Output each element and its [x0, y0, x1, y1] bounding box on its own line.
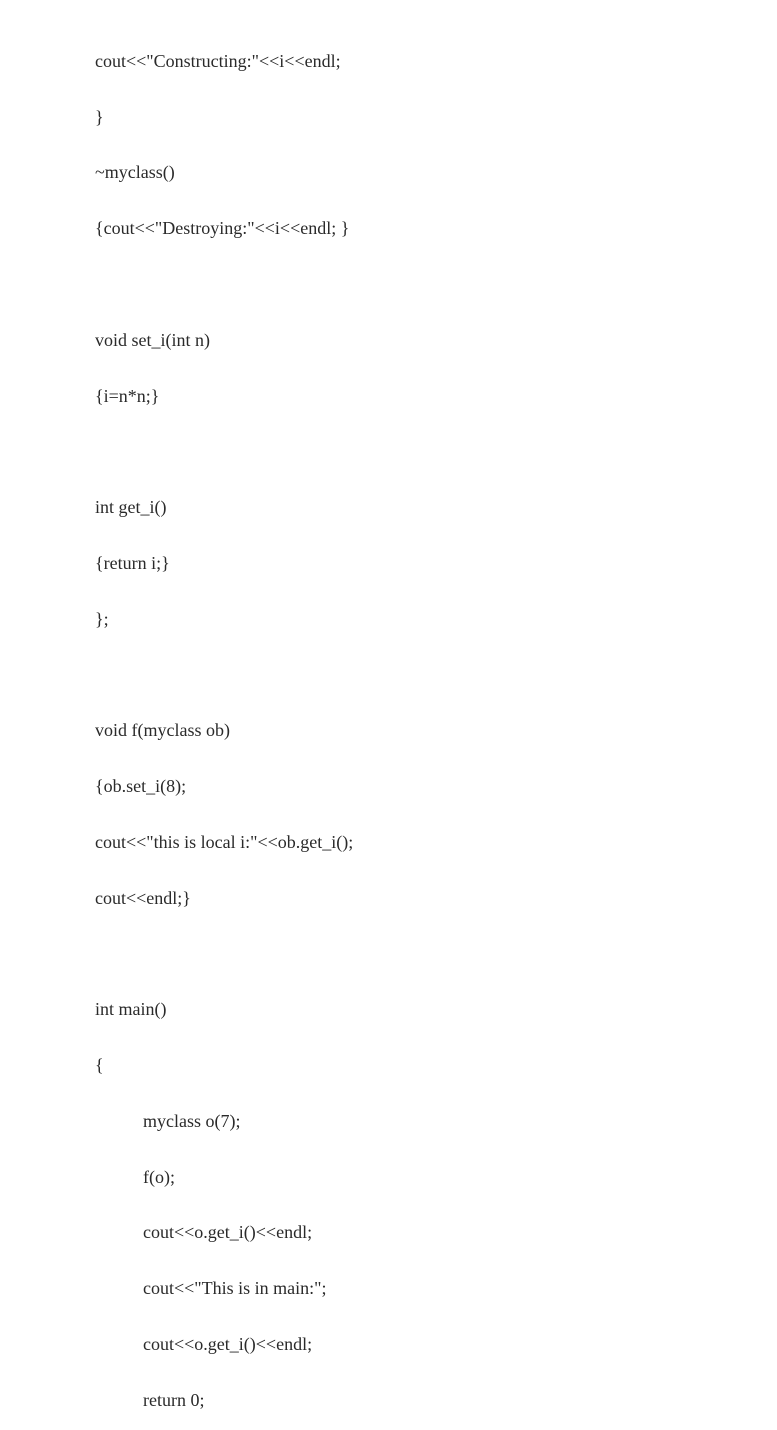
code-line: } [95, 104, 777, 132]
code-line: }; [95, 606, 777, 634]
blank-line [95, 661, 777, 689]
code-line: myclass o(7); [143, 1108, 777, 1136]
code-line: int main() [95, 996, 777, 1024]
blank-line [95, 438, 777, 466]
code-line: ~myclass() [95, 159, 777, 187]
blank-line [95, 271, 777, 299]
code-line: cout<<endl;} [95, 885, 777, 913]
code-line: {i=n*n;} [95, 383, 777, 411]
code-line: cout<<"this is local i:"<<ob.get_i(); [95, 829, 777, 857]
code-line: void set_i(int n) [95, 327, 777, 355]
code-line: {return i;} [95, 550, 777, 578]
code-line: f(o); [143, 1164, 777, 1192]
code-line: {ob.set_i(8); [95, 773, 777, 801]
code-line: {cout<<"Destroying:"<<i<<endl; } [95, 215, 777, 243]
code-line: void f(myclass ob) [95, 717, 777, 745]
code-line: int get_i() [95, 494, 777, 522]
code-line: cout<<"Constructing:"<<i<<endl; [95, 48, 777, 76]
code-line: cout<<o.get_i()<<endl; [143, 1331, 777, 1359]
code-line: return 0; [143, 1387, 777, 1415]
code-line: cout<<"This is in main:"; [143, 1275, 777, 1303]
code-line: cout<<o.get_i()<<endl; [143, 1219, 777, 1247]
blank-line [95, 940, 777, 968]
code-snippet: cout<<"Constructing:"<<i<<endl; } ~mycla… [95, 20, 777, 1430]
code-line: { [95, 1052, 777, 1080]
